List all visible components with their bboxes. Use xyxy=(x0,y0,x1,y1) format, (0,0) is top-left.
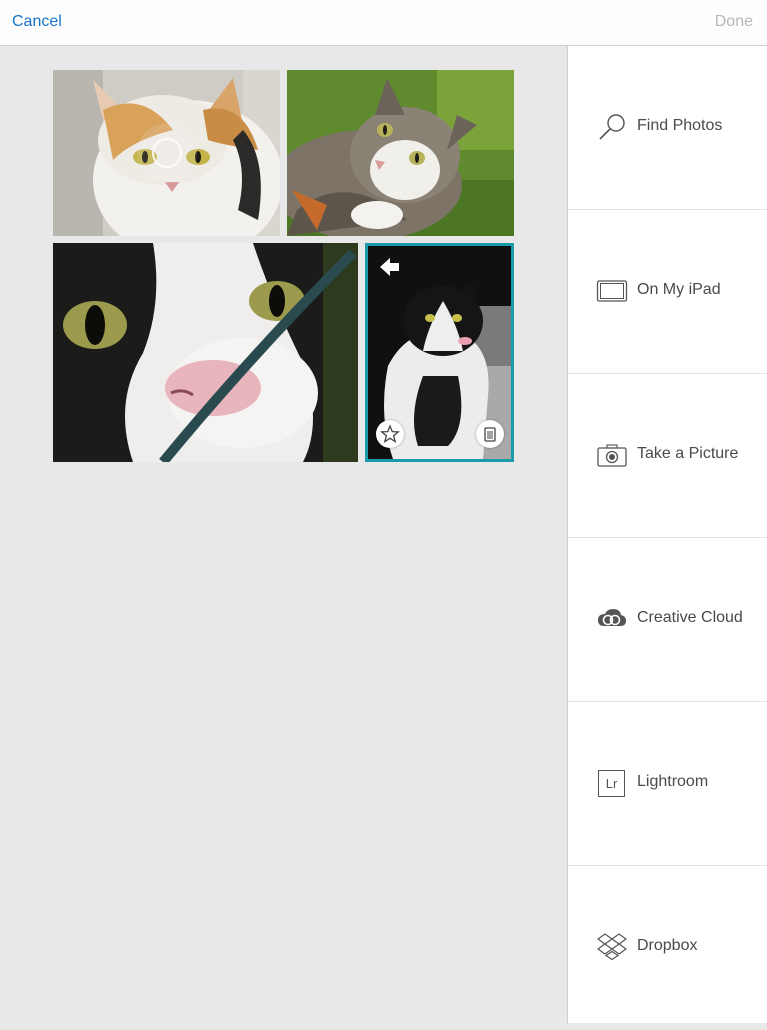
source-lightroom[interactable]: Lr Lightroom xyxy=(568,702,767,866)
favorite-button[interactable] xyxy=(376,420,404,448)
lightroom-icon-text: Lr xyxy=(605,776,618,791)
source-label: Lightroom xyxy=(637,773,709,790)
cancel-button[interactable]: Cancel xyxy=(12,13,62,31)
source-dropbox[interactable]: Dropbox xyxy=(568,866,767,1030)
source-label: Find Photos xyxy=(637,117,723,134)
source-take-a-picture[interactable]: Take a Picture xyxy=(568,374,767,538)
source-label: Take a Picture xyxy=(637,445,739,462)
source-find-photos[interactable]: Find Photos xyxy=(568,46,767,210)
dropbox-icon xyxy=(596,933,628,961)
camera-icon xyxy=(597,444,627,467)
delete-button[interactable] xyxy=(476,420,504,448)
star-icon xyxy=(380,424,400,444)
photo-source-sidebar: Find Photos On My iPad Take a Picture Cr… xyxy=(567,46,767,1023)
lightroom-icon: Lr xyxy=(598,770,625,797)
top-bar: Cancel Done xyxy=(0,0,767,46)
collage-canvas xyxy=(0,46,567,1023)
magnifier-icon xyxy=(599,114,625,140)
photo-cat-nose-closeup[interactable] xyxy=(53,243,358,462)
photo-tabby-cat-grass[interactable] xyxy=(287,70,514,236)
source-label: Creative Cloud xyxy=(637,609,743,626)
creative-cloud-icon xyxy=(598,609,626,626)
source-on-my-ipad[interactable]: On My iPad xyxy=(568,210,767,374)
done-button[interactable]: Done xyxy=(715,13,753,31)
photo-calico-cat[interactable] xyxy=(53,70,280,236)
ipad-icon xyxy=(596,280,628,302)
source-label: On My iPad xyxy=(637,281,721,298)
photo-cat-sitting-selected[interactable] xyxy=(365,243,514,462)
trash-icon xyxy=(484,427,496,442)
source-label: Dropbox xyxy=(637,937,698,954)
swap-arrow-icon[interactable] xyxy=(378,256,402,278)
source-creative-cloud[interactable]: Creative Cloud xyxy=(568,538,767,702)
